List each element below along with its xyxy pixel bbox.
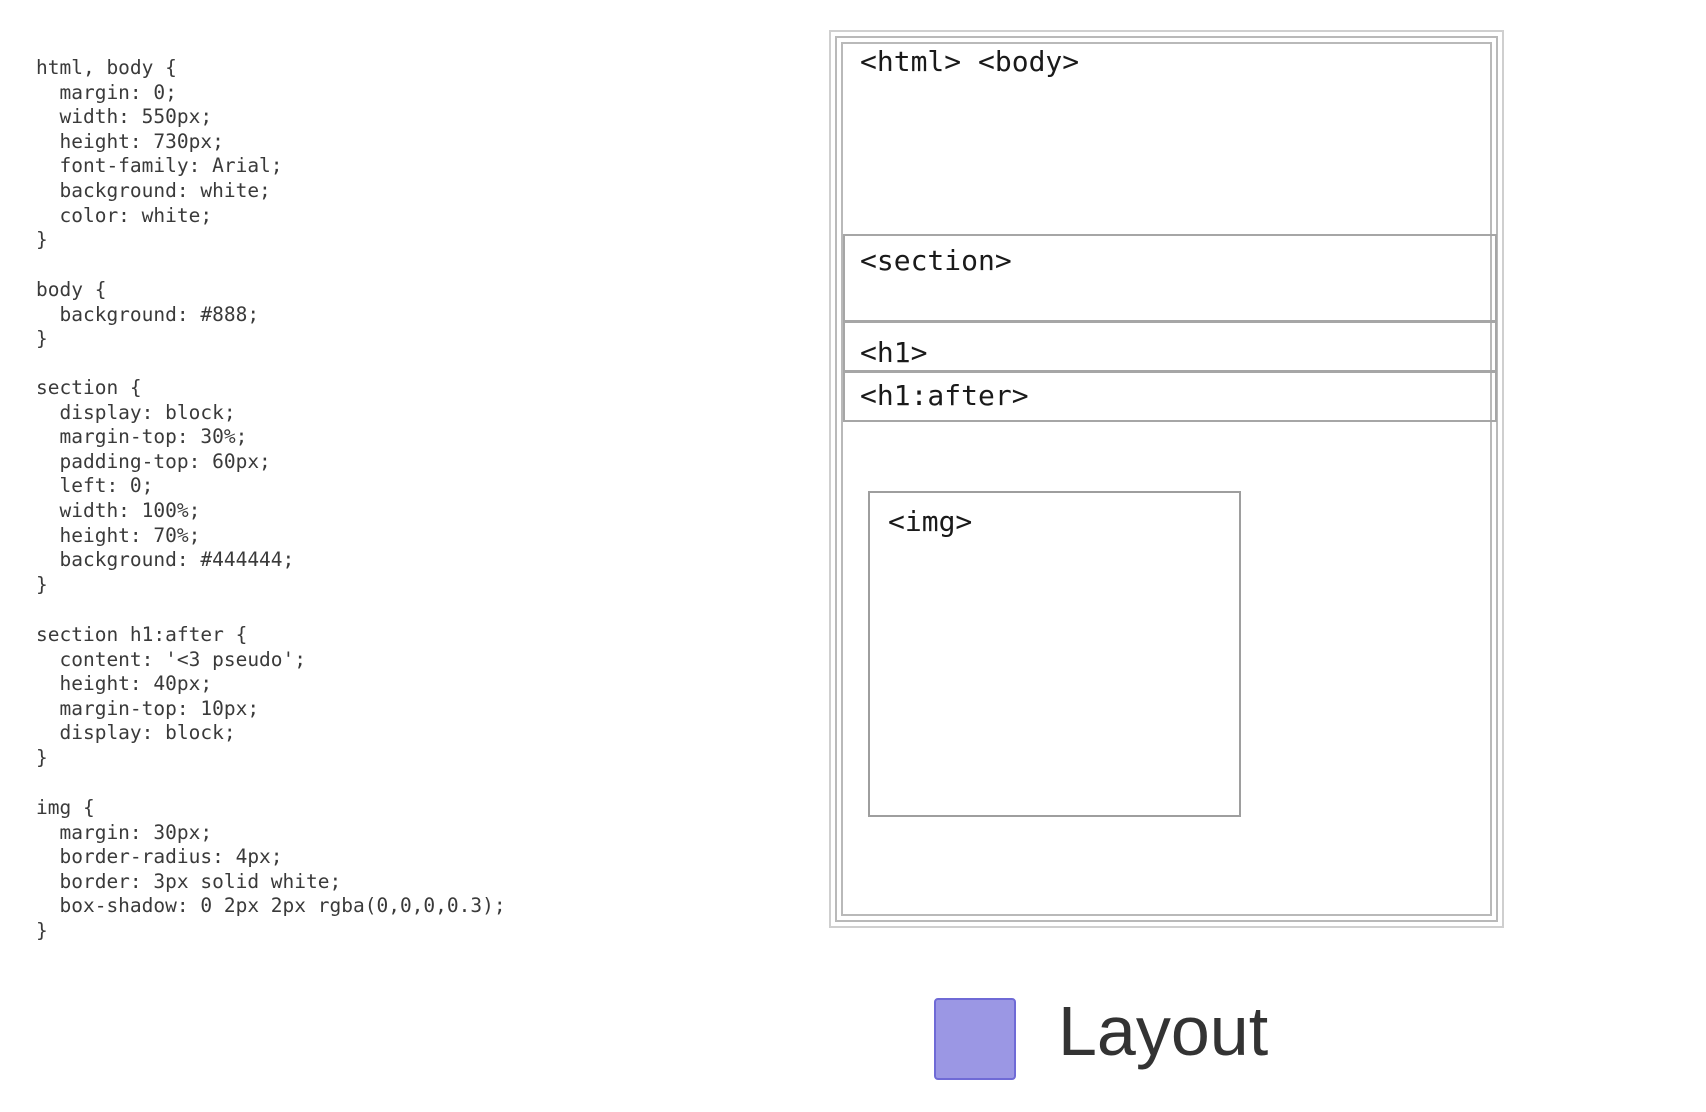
img-box <box>868 491 1241 817</box>
code-line: padding-top: 60px; <box>36 449 271 473</box>
code-line: border-radius: 4px; <box>36 845 283 869</box>
code-line: margin-top: 30%; <box>36 425 248 449</box>
code-block-html-body: html, body { margin: 0; width: 550px; he… <box>36 56 283 253</box>
code-line: margin-top: 10px; <box>36 696 260 720</box>
code-line: content: '<3 pseudo'; <box>36 647 307 671</box>
css-code-panel: html, body { margin: 0; width: 550px; he… <box>36 56 796 956</box>
code-line: border: 3px solid white; <box>36 869 342 893</box>
code-line: section h1:after { <box>36 623 248 646</box>
code-line: background: white; <box>36 178 271 202</box>
code-block-h1-after: section h1:after { content: '<3 pseudo';… <box>36 623 306 771</box>
code-line: height: 70%; <box>36 523 201 547</box>
code-line: } <box>36 745 48 769</box>
code-line: height: 40px; <box>36 672 213 696</box>
code-line: display: block; <box>36 400 236 424</box>
slide: html, body { margin: 0; width: 550px; he… <box>0 0 1706 1112</box>
code-line: background: #444444; <box>36 548 295 572</box>
code-line: } <box>36 918 48 942</box>
code-line: } <box>36 228 48 252</box>
code-line: section { <box>36 376 142 399</box>
code-block-img: img { margin: 30px; border-radius: 4px; … <box>36 796 506 944</box>
code-line: width: 100%; <box>36 498 201 522</box>
code-line: img { <box>36 796 95 819</box>
html-body-label: <html> <body> <box>860 45 1080 78</box>
code-line: } <box>36 327 48 351</box>
code-block-section: section { display: block; margin-top: 30… <box>36 376 294 597</box>
code-block-body: body { background: #888;} <box>36 278 259 352</box>
code-line: } <box>36 572 48 596</box>
code-line: font-family: Arial; <box>36 154 283 178</box>
code-line: color: white; <box>36 203 213 227</box>
h1-after-label: <h1:after> <box>860 379 1029 412</box>
legend-swatch <box>934 998 1016 1080</box>
img-label: <img> <box>888 505 973 538</box>
code-line: width: 550px; <box>36 105 213 129</box>
code-line: margin: 30px; <box>36 820 213 844</box>
h1-box <box>843 321 1497 372</box>
legend-label: Layout <box>1058 992 1269 1070</box>
code-line: margin: 0; <box>36 80 177 104</box>
h1-label: <h1> <box>860 336 928 369</box>
code-line: display: block; <box>36 721 236 745</box>
code-line: height: 730px; <box>36 129 224 153</box>
code-line: background: #888; <box>36 302 260 326</box>
code-line: box-shadow: 0 2px 2px rgba(0,0,0,0.3); <box>36 894 506 918</box>
section-label: <section> <box>860 244 1012 277</box>
code-line: html, body { <box>36 56 177 79</box>
code-line: body { <box>36 278 107 301</box>
code-line: left: 0; <box>36 474 154 498</box>
